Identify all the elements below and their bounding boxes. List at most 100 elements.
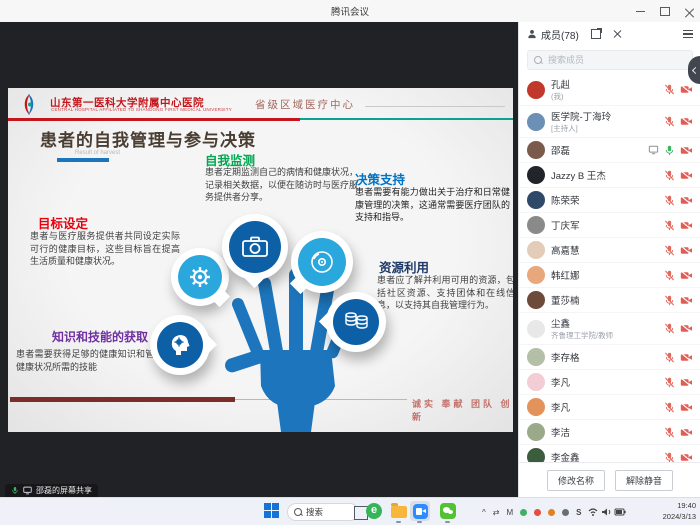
mic-icon[interactable] (664, 195, 675, 206)
running-indicator (445, 521, 450, 523)
cellular-icon[interactable]: M (506, 508, 513, 517)
maximize-icon[interactable] (660, 7, 670, 16)
camera-off-icon[interactable] (680, 170, 693, 181)
mic-icon[interactable] (664, 116, 675, 127)
mic-icon[interactable] (664, 295, 675, 306)
mic-icon[interactable] (664, 170, 675, 181)
members-icon (527, 29, 537, 39)
system-tray: ^ ⇄ M S (482, 498, 628, 525)
popout-icon[interactable] (591, 29, 601, 39)
file-explorer-icon[interactable] (391, 506, 407, 518)
member-name: 董莎楠 (551, 293, 580, 307)
member-name: Jazzy B 王杰 (551, 168, 606, 182)
member-row[interactable]: 李金鑫 (519, 445, 700, 462)
member-row[interactable]: 尘鑫 齐鲁理工学院/教师 (519, 313, 700, 345)
input-device-icon[interactable] (562, 509, 569, 516)
camera-off-icon[interactable] (680, 352, 693, 363)
mic-icon[interactable] (664, 220, 675, 231)
browser-360-icon[interactable]: e (366, 503, 382, 519)
gear-icon (187, 264, 213, 290)
member-row[interactable]: 李凡 (519, 370, 700, 395)
camera-off-icon[interactable] (680, 84, 693, 95)
member-name: 李凡 (551, 375, 570, 389)
camera-off-icon[interactable] (680, 452, 693, 463)
camera-off-icon[interactable] (680, 402, 693, 413)
camera-off-icon[interactable] (680, 427, 693, 438)
member-row[interactable]: 李洁 (519, 420, 700, 445)
camera-off-icon[interactable] (680, 116, 693, 127)
rename-button[interactable]: 修改名称 (547, 470, 605, 491)
screen-share-bar[interactable]: 邵磊的屏幕共享 (5, 484, 98, 497)
tim-icon[interactable] (548, 509, 555, 516)
panel-menu-icon[interactable] (683, 30, 693, 39)
section-body-resource-use: 患者应了解并利用可用的资源，包括社区资源、支持团体和在线信息，以支持其自我管理行… (377, 274, 513, 312)
member-row[interactable]: 高嘉慧 (519, 238, 700, 263)
sogou-ime-icon[interactable]: S (576, 508, 581, 517)
minimize-icon[interactable] (636, 11, 645, 12)
search-icon (294, 508, 302, 516)
unmute-button[interactable]: 解除静音 (615, 470, 673, 491)
running-indicator (396, 521, 401, 523)
camera-off-icon[interactable] (680, 295, 693, 306)
avatar (527, 113, 545, 131)
member-row[interactable]: 邵磊 (519, 138, 700, 163)
taskbar: 搜索 e ^ ⇄ M S (0, 497, 700, 525)
slide-footer-bar (10, 397, 235, 402)
section-body-goal-setting: 患者与医疗服务提供者共同设定实际可行的健康目标，这些目标旨在提高生活质量和健康状… (30, 230, 180, 268)
member-role: 齐鲁理工学院/教师 (551, 330, 613, 341)
wechat-icon[interactable] (440, 503, 456, 519)
member-row[interactable]: 董莎楠 (519, 288, 700, 313)
avatar (527, 320, 545, 338)
start-button[interactable] (264, 503, 279, 518)
avatar (527, 216, 545, 234)
mic-icon[interactable] (664, 84, 675, 95)
camera-off-icon[interactable] (680, 220, 693, 231)
taskbar-search[interactable]: 搜索 (287, 503, 359, 521)
camera-off-icon[interactable] (680, 145, 693, 156)
member-name: 尘鑫 (551, 316, 613, 330)
panel-close-icon[interactable] (613, 30, 621, 38)
toggles-icon[interactable]: ⇄ (493, 508, 500, 517)
chevron-up-icon[interactable]: ^ (482, 508, 486, 517)
slide-title-underline (57, 158, 109, 162)
mic-icon[interactable] (664, 377, 675, 388)
member-row[interactable]: 李凡 (519, 395, 700, 420)
member-search-input[interactable] (546, 54, 686, 66)
close-icon[interactable] (685, 7, 694, 16)
member-row[interactable]: 医学院-丁海玲 [主持人] (519, 106, 700, 138)
mic-icon[interactable] (664, 452, 675, 463)
member-row[interactable]: 丁庆军 (519, 213, 700, 238)
camera-off-icon[interactable] (680, 323, 693, 334)
wechat-status-icon[interactable] (520, 509, 527, 516)
mic-icon[interactable] (664, 323, 675, 334)
member-row[interactable]: 孔赳 (我) (519, 74, 700, 106)
mic-icon[interactable] (664, 145, 675, 156)
tencent-meeting-icon[interactable] (410, 501, 430, 521)
camera-off-icon[interactable] (680, 195, 693, 206)
avatar (527, 266, 545, 284)
camera-icon (240, 234, 270, 260)
mic-icon[interactable] (664, 427, 675, 438)
camera-off-icon[interactable] (680, 270, 693, 281)
qq-icon[interactable] (534, 509, 541, 516)
camera-off-icon[interactable] (680, 377, 693, 388)
member-row[interactable]: 韩红娜 (519, 263, 700, 288)
head-gear-icon (167, 332, 193, 358)
avatar (527, 291, 545, 309)
member-search-box[interactable] (527, 50, 693, 70)
member-row[interactable]: 李存格 (519, 345, 700, 370)
mic-icon[interactable] (664, 352, 675, 363)
avatar (527, 423, 545, 441)
chevron-left-icon (691, 66, 698, 73)
member-row[interactable]: 陈荣荣 (519, 188, 700, 213)
tray-status-icons[interactable] (588, 506, 628, 518)
taskbar-clock[interactable]: 19:40 2024/3/13 (663, 501, 696, 523)
mic-icon[interactable] (664, 245, 675, 256)
member-row[interactable]: Jazzy B 王杰 (519, 163, 700, 188)
member-list[interactable]: 孔赳 (我) (519, 74, 700, 462)
monitor-icon (23, 486, 32, 495)
mic-icon[interactable] (664, 402, 675, 413)
camera-off-icon[interactable] (680, 245, 693, 256)
slide-motto: 诚实 奉献 团队 创新 (412, 397, 513, 423)
mic-icon[interactable] (664, 270, 675, 281)
